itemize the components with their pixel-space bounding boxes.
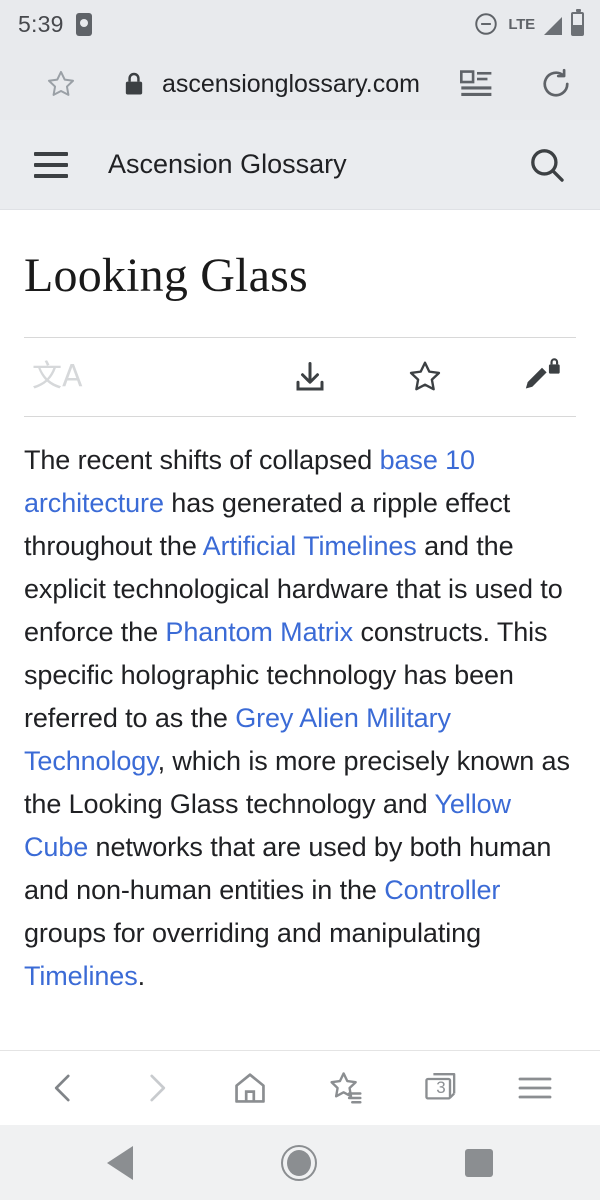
paragraph-text: groups for overriding and manipulating: [24, 918, 481, 948]
translate-icon[interactable]: 文A: [32, 362, 83, 392]
triangle-back-icon[interactable]: [107, 1145, 133, 1180]
hamburger-menu-icon[interactable]: [517, 1073, 553, 1103]
url-text[interactable]: ascensionglossary.com: [162, 70, 420, 99]
article-link[interactable]: Phantom Matrix: [165, 617, 353, 647]
article-action-row: 文A: [24, 337, 576, 417]
star-outline-icon[interactable]: [406, 358, 444, 396]
article-body: The recent shifts of collapsed base 10 a…: [24, 439, 576, 1002]
do-not-disturb-icon: [473, 11, 499, 37]
edit-protected-icon[interactable]: [522, 358, 562, 396]
square-recents-icon[interactable]: [465, 1148, 493, 1177]
hamburger-menu-icon[interactable]: [34, 151, 68, 178]
site-title[interactable]: Ascension Glossary: [108, 149, 347, 180]
status-bar-clock: 5:39: [18, 10, 64, 37]
star-outline-icon[interactable]: [44, 67, 78, 101]
article-content: Looking Glass 文A The recent shifts of co…: [0, 210, 600, 1002]
battery-icon: [571, 9, 584, 36]
site-header: Ascension Glossary: [0, 120, 600, 210]
star-list-icon[interactable]: [327, 1069, 365, 1107]
android-nav-bar: [0, 1125, 600, 1200]
hamburger-line: [34, 162, 68, 167]
network-type-label: LTE: [508, 15, 535, 33]
hamburger-line: [34, 151, 68, 156]
search-icon[interactable]: [526, 144, 568, 186]
android-status-bar: 5:39 LTE: [0, 0, 600, 48]
tab-switcher-icon[interactable]: 3: [423, 1071, 459, 1105]
hamburger-line: [34, 173, 68, 178]
signal-bars-icon: [544, 17, 562, 35]
article-link[interactable]: Timelines: [24, 961, 138, 991]
translate-label: 文A: [32, 359, 83, 394]
circle-home-icon[interactable]: [281, 1144, 317, 1181]
article-link[interactable]: Artificial Timelines: [203, 531, 417, 561]
reload-icon[interactable]: [538, 66, 574, 102]
phone-moon-icon: [75, 12, 92, 36]
article-link[interactable]: Controller: [384, 875, 500, 905]
article-paragraph: The recent shifts of collapsed base 10 a…: [24, 439, 576, 998]
chevron-right-icon: [139, 1071, 173, 1105]
download-icon[interactable]: [292, 359, 328, 395]
status-bar-right: LTE: [473, 9, 584, 37]
browser-url-bar[interactable]: ascensionglossary.com: [0, 48, 600, 120]
chevron-left-icon[interactable]: [47, 1071, 81, 1105]
page-title: Looking Glass: [24, 249, 308, 302]
home-icon[interactable]: [231, 1069, 269, 1107]
paragraph-text: The recent shifts of collapsed: [24, 445, 380, 475]
paragraph-text: .: [137, 961, 146, 991]
reader-mode-icon[interactable]: [460, 69, 494, 99]
tab-count-label: 3: [436, 1078, 446, 1097]
status-bar-left: 5:39: [18, 11, 92, 38]
lock-icon[interactable]: [122, 70, 146, 98]
browser-bottom-toolbar: 3: [0, 1050, 600, 1125]
